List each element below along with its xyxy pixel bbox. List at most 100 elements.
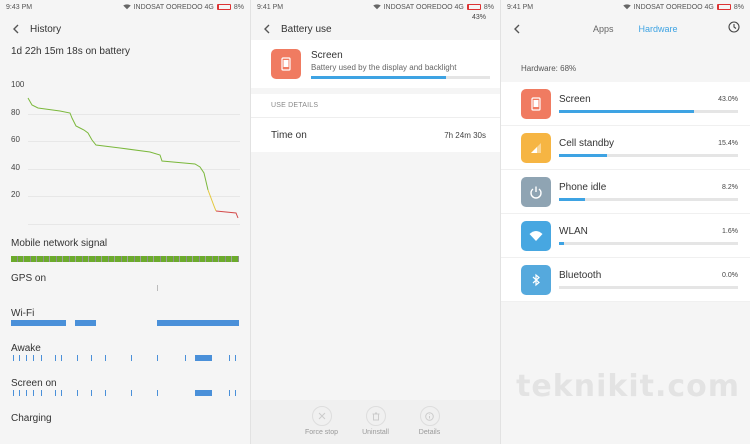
usage-progress-bar [311,75,490,79]
mobile-signal-bar [11,256,239,262]
battery-level-chart: 100 80 60 40 20 [0,78,250,228]
app-name: Screen [311,49,343,61]
close-icon [311,406,332,426]
carrier-label: INDOSAT OOREDOO 4G [633,3,714,11]
hardware-item-percent: 1.6% [722,228,738,235]
app-header: History [0,14,250,44]
history-screen: 9:43 PM INDOSAT OOREDOO 4G 8% History 1d… [0,0,250,444]
status-time: 9:43 PM [6,3,33,11]
battery-level-line [27,97,239,219]
hardware-item-percent: 43.0% [718,96,738,103]
use-details-section: USE DETAILS Time on 7h 24m 30s [251,94,500,152]
info-icon [419,406,440,426]
uninstall-button[interactable]: Uninstall [356,406,396,444]
row-label: Screen on [11,378,57,389]
hardware-item-name: Screen [559,94,591,105]
wifi-status-icon [372,4,381,10]
action-label: Uninstall [362,429,389,436]
hardware-item-name: Cell standby [559,138,615,149]
screen-on-row: Screen on [11,378,239,396]
tablet-icon [521,88,551,119]
page-title: History [30,23,62,35]
hardware-item-name: Bluetooth [559,270,602,281]
app-usage-card: Screen Battery used by the display and b… [251,14,500,88]
clock-icon[interactable] [728,20,740,38]
hardware-item[interactable]: WLAN 1.6% [501,214,750,258]
chevron-left-icon [514,24,520,34]
section-header: USE DETAILS [251,94,500,118]
time-on-value: 7h 24m 30s [444,130,486,140]
hardware-item-name: WLAN [559,226,588,237]
battery-percent: 8% [483,3,494,11]
wifi-status-icon [122,4,131,10]
hardware-item[interactable]: Bluetooth 0.0% [501,258,750,302]
battery-percent: 8% [233,3,244,11]
hardware-usage-bar [559,154,738,157]
hardware-usage-bar [559,198,738,201]
hardware-list: Screen 43.0% Cell standby 15.4% Phone idle 8.… [501,82,750,302]
battery-percent: 8% [733,3,744,11]
hardware-item[interactable]: Screen 43.0% [501,82,750,126]
hardware-usage-fill [559,110,694,113]
tab-bar: Apps Hardware [501,14,750,44]
usage-percent: 43% [471,14,486,21]
hardware-item[interactable]: Phone idle 8.2% [501,170,750,214]
page-title: Battery use [281,23,332,35]
time-on-label: Time on [271,129,307,141]
mobile-signal-row: Mobile network signal [11,238,239,262]
tab-apps[interactable]: Apps [593,24,614,34]
hardware-item-name: Phone idle [559,182,607,193]
usage-progress-fill [311,75,446,79]
back-button[interactable] [10,23,22,35]
tab-hardware[interactable]: Hardware [639,24,678,34]
action-bar: Force stop Uninstall Details [251,400,500,444]
wifi-status-icon [622,4,631,10]
hardware-screen: 9:41 PM INDOSAT OOREDOO 4G 8% Apps Hardw… [500,0,750,444]
hardware-usage-bar [559,242,738,245]
battery-duration: 1d 22h 15m 18s on battery [11,46,130,57]
hardware-item-percent: 8.2% [722,184,738,191]
battery-icon [216,4,231,10]
charging-row: Charging [11,413,239,424]
status-bar: 9:43 PM INDOSAT OOREDOO 4G 8% [0,0,250,14]
power-icon [521,176,551,207]
hardware-summary: Hardware: 68% [521,64,577,73]
hardware-usage-bar [559,286,738,289]
force-stop-button[interactable]: Force stop [302,406,342,444]
tablet-icon [271,49,301,79]
row-label: Awake [11,343,41,354]
status-bar: 9:41 PM INDOSAT OOREDOO 4G 8% [501,0,750,14]
gps-row: GPS on [11,273,239,291]
hardware-item-percent: 0.0% [722,272,738,279]
hardware-usage-bar [559,110,738,113]
wifi-row: Wi-Fi [11,308,239,326]
chevron-left-icon [13,24,19,34]
back-button[interactable] [261,23,273,35]
app-description: Battery used by the display and backligh… [311,62,457,72]
watermark: teknikit.com [516,369,740,404]
wifi-icon [521,220,551,251]
row-label: Charging [11,413,52,424]
row-label: Mobile network signal [11,238,108,249]
row-label: GPS on [11,273,47,284]
chevron-left-icon [264,24,270,34]
time-on-row: Time on 7h 24m 30s [251,118,500,152]
battery-icon [466,4,481,10]
bluetooth-icon [521,264,551,295]
action-label: Details [418,429,441,436]
action-label: Force stop [304,429,339,436]
back-button[interactable] [511,23,523,35]
hardware-usage-fill [559,242,564,245]
carrier-label: INDOSAT OOREDOO 4G [133,3,214,11]
trash-icon [365,406,386,426]
battery-icon [716,4,731,10]
status-bar: 9:41 PM INDOSAT OOREDOO 4G 8% [251,0,500,14]
details-button[interactable]: Details [410,406,450,444]
hardware-item[interactable]: Cell standby 15.4% [501,126,750,170]
hardware-usage-fill [559,154,608,157]
awake-row: Awake [11,343,239,361]
status-time: 9:41 PM [257,3,284,11]
hardware-usage-fill [559,198,585,201]
signal-icon [521,132,551,163]
carrier-label: INDOSAT OOREDOO 4G [383,3,464,11]
